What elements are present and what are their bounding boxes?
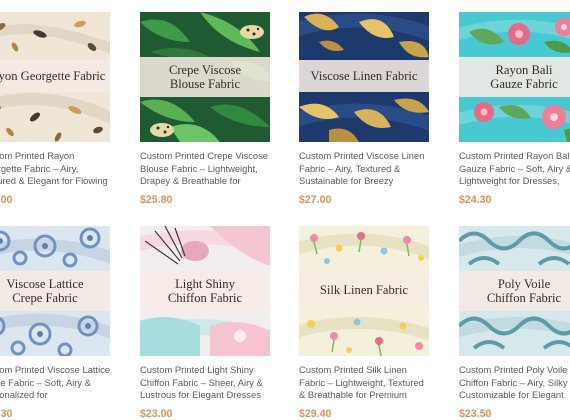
product-title-line: Gauze Fabric (490, 77, 558, 91)
product-image[interactable]: Silk Linen Fabric (299, 226, 429, 356)
product-title-line: Chiffon Fabric (167, 291, 243, 305)
product-title-banner: Crepe Viscose Blouse Fabric (140, 57, 270, 97)
product-title-line: Rayon Georgette Fabric (0, 69, 106, 83)
product-price: $27.00 (299, 194, 332, 206)
product-title-line: Blouse Fabric (169, 77, 241, 91)
product-title-banner: Poly Voile Chiffon Fabric (459, 271, 570, 311)
product-title-line: Silk Linen Fabric (319, 283, 409, 297)
product-title-line: Viscose Lattice (6, 277, 84, 291)
product-description-link[interactable]: Custom Printed Crepe Viscose Blouse Fabr… (140, 150, 272, 188)
product-price: $23.50 (459, 408, 492, 420)
product-description-link[interactable]: Custom Printed Viscose Lattice Crepe Fab… (0, 364, 112, 402)
product-price: $23.00 (140, 408, 173, 420)
product-image[interactable]: Viscose Linen Fabric (299, 12, 429, 142)
product-image[interactable]: Viscose Lattice Crepe Fabric (0, 226, 110, 356)
product-title-banner: Viscose Linen Fabric (299, 60, 429, 92)
product-image[interactable]: Rayon Bali Gauze Fabric (459, 12, 570, 142)
product-price: $25.80 (140, 194, 173, 206)
product-image[interactable]: Crepe Viscose Blouse Fabric (140, 12, 270, 142)
product-price: $25.30 (0, 408, 13, 420)
product-image[interactable]: Poly Voile Chiffon Fabric (459, 226, 570, 356)
product-image[interactable]: Rayon Georgette Fabric (0, 12, 110, 142)
product-price: $29.40 (299, 408, 332, 420)
product-title-line: Chiffon Fabric (486, 291, 562, 305)
product-title-banner: Light Shiny Chiffon Fabric (140, 271, 270, 311)
product-title-banner: Rayon Georgette Fabric (0, 60, 110, 92)
product-title-line: Light Shiny (175, 277, 235, 291)
product-title-line: Crepe Fabric (12, 291, 78, 305)
product-description-link[interactable]: Custom Printed Rayon Georgette Fabric – … (0, 150, 112, 188)
product-title-banner: Silk Linen Fabric (299, 274, 429, 306)
product-description-link[interactable]: Custom Printed Poly Voile Chiffon Fabric… (459, 364, 570, 402)
product-description-link[interactable]: Custom Printed Viscose Linen Fabric – Ai… (299, 150, 431, 188)
product-title-line: Rayon Bali (495, 63, 553, 77)
product-image[interactable]: Light Shiny Chiffon Fabric (140, 226, 270, 356)
product-title-line: Crepe Viscose (168, 63, 242, 77)
product-title-line: Poly Voile (497, 277, 551, 291)
product-price: $26.00 (0, 194, 13, 206)
product-description-link[interactable]: Custom Printed Silk Linen Fabric – Light… (299, 364, 431, 402)
product-description-link[interactable]: Custom Printed Rayon Bali Gauze Fabric –… (459, 150, 570, 188)
product-title-banner: Viscose Lattice Crepe Fabric (0, 271, 110, 311)
product-description-link[interactable]: Custom Printed Light Shiny Chiffon Fabri… (140, 364, 272, 402)
product-title-line: Viscose Linen Fabric (310, 69, 418, 83)
product-title-banner: Rayon Bali Gauze Fabric (459, 57, 570, 97)
product-price: $24.30 (459, 194, 492, 206)
